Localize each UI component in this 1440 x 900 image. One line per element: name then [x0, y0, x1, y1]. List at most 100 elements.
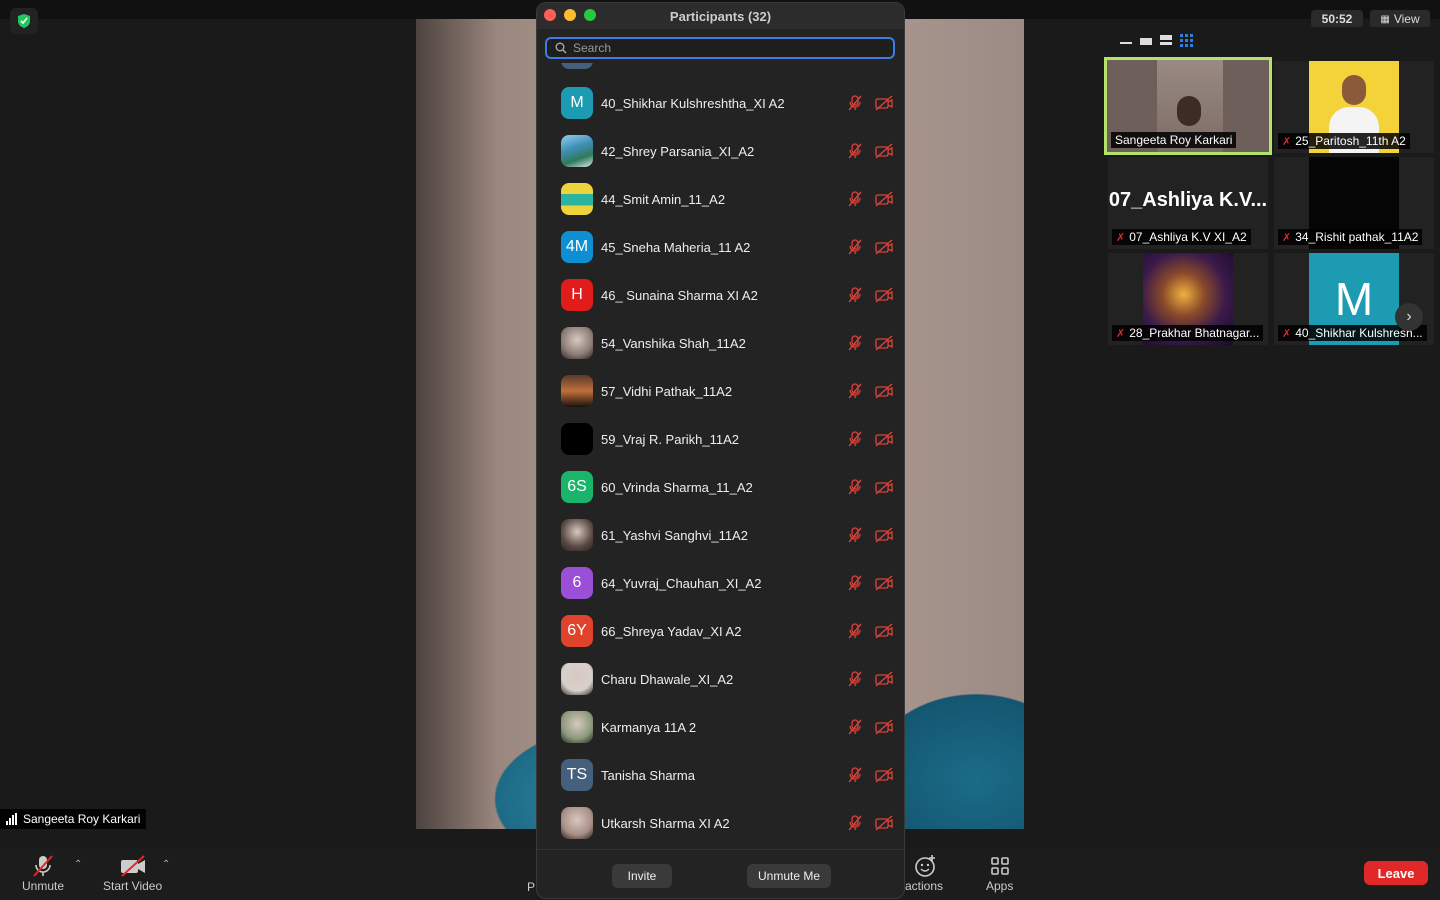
- participant-row[interactable]: 61_Yashvi Sanghvi_11A2: [561, 518, 901, 552]
- participant-avatar: [561, 375, 593, 407]
- muted-mic-icon: ✗: [1116, 231, 1126, 244]
- muted-mic-icon: [848, 719, 862, 735]
- minimize-window-icon[interactable]: [564, 9, 576, 21]
- speaker-layout-icon[interactable]: [1160, 35, 1172, 45]
- participant-status-icons: [846, 766, 894, 784]
- participant-name: 40_Shikhar Kulshreshtha_XI A2: [601, 95, 785, 111]
- maximize-window-icon[interactable]: [584, 9, 596, 21]
- participant-name: 66_Shreya Yadav_XI A2: [601, 623, 742, 639]
- participant-row[interactable]: Karmanya 11A 2: [561, 710, 901, 744]
- participant-row[interactable]: 57_Vidhi Pathak_11A2: [561, 374, 901, 408]
- security-shield-icon[interactable]: [10, 8, 38, 34]
- video-off-icon: [875, 431, 893, 447]
- participant-row[interactable]: 4M 45_Sneha Maheria_11 A2: [561, 230, 901, 264]
- participant-status-icons: [846, 526, 894, 544]
- tile-label: ✗ 25_Paritosh_11th A2: [1278, 133, 1410, 149]
- participant-avatar: [561, 663, 593, 695]
- participant-name: Charu Dhawale_XI_A2: [601, 671, 734, 687]
- participant-row[interactable]: 6S 60_Vrinda Sharma_11_A2: [561, 470, 901, 504]
- participant-status-icons: [846, 286, 894, 304]
- video-off-icon: [875, 95, 893, 111]
- participant-row[interactable]: 6 64_Yuvraj_Chauhan_XI_A2: [561, 566, 901, 600]
- panel-title: Participants (32): [669, 8, 772, 24]
- grid-icon: ▦: [1380, 13, 1390, 25]
- video-tile-ashliya[interactable]: 07_Ashliya K.V... ✗ 07_Ashliya K.V XI_A2: [1108, 157, 1268, 249]
- avatar-initial: TS: [566, 766, 588, 783]
- participant-row[interactable]: 44_Smit Amin_11_A2: [561, 182, 901, 216]
- muted-mic-icon: [848, 575, 862, 591]
- participant-name: 42_Shrey Parsania_XI_A2: [601, 143, 755, 159]
- minimize-layout-icon[interactable]: [1120, 42, 1132, 44]
- muted-mic-icon: [848, 671, 862, 687]
- video-tile-shikhar[interactable]: M ✗ 40_Shikhar Kulshresh...: [1274, 253, 1434, 345]
- participant-row[interactable]: TS Tanisha Sharma: [561, 758, 901, 792]
- gallery-layout-icon[interactable]: [1180, 33, 1193, 47]
- participant-row[interactable]: 59_Vraj R. Parikh_11A2: [561, 422, 901, 456]
- video-tile-rishit[interactable]: ✗ 34_Rishit pathak_11A2: [1274, 157, 1434, 249]
- video-off-icon: [875, 191, 893, 207]
- close-window-icon[interactable]: [544, 9, 556, 21]
- participant-row[interactable]: M 40_Shikhar Kulshreshtha_XI A2: [561, 86, 901, 120]
- video-off-icon: [875, 575, 893, 591]
- participant-status-icons: [846, 718, 894, 736]
- video-off-icon: [875, 815, 893, 831]
- video-off-icon: [875, 623, 893, 639]
- muted-mic-icon: [848, 335, 862, 351]
- reactions-icon: [911, 853, 937, 879]
- tile-name: 28_Prakhar Bhatnagar...: [1129, 326, 1260, 340]
- video-off-icon: [875, 479, 893, 495]
- apps-label: Apps: [986, 879, 1014, 893]
- muted-mic-icon: ✗: [1282, 327, 1292, 340]
- muted-mic-icon: [848, 815, 862, 831]
- tile-name: 07_Ashliya K.V XI_A2: [1129, 230, 1247, 244]
- video-off-icon: [875, 671, 893, 687]
- participant-search-input[interactable]: Search: [545, 37, 895, 59]
- participant-avatar: [561, 327, 593, 359]
- strip-layout-icon[interactable]: [1140, 38, 1152, 45]
- video-options-caret-icon[interactable]: ⌃: [162, 859, 170, 870]
- participant-name: 59_Vraj R. Parikh_11A2: [601, 431, 740, 447]
- unmute-button[interactable]: Unmute: [22, 853, 64, 893]
- start-video-button[interactable]: Start Video: [103, 853, 162, 893]
- participant-row[interactable]: 6Y 66_Shreya Yadav_XI A2: [561, 614, 901, 648]
- participant-row[interactable]: Utkarsh Sharma XI A2: [561, 806, 901, 840]
- muted-mic-icon: ✗: [1282, 231, 1292, 244]
- participant-avatar: [561, 135, 593, 167]
- tile-label: Sangeeta Roy Karkari: [1111, 132, 1237, 148]
- search-icon: [555, 42, 567, 54]
- window-controls: [544, 9, 596, 21]
- participant-name: 54_Vanshika Shah_11A2: [601, 335, 746, 351]
- panel-header: Participants (32): [537, 3, 904, 29]
- video-tile-sangeeta[interactable]: Sangeeta Roy Karkari: [1104, 57, 1272, 155]
- muted-mic-icon: [848, 287, 862, 303]
- leave-button[interactable]: Leave: [1364, 861, 1428, 885]
- participant-avatar: [561, 807, 593, 839]
- reactions-button[interactable]: actions: [905, 853, 943, 893]
- gallery-next-arrow-icon[interactable]: ›: [1395, 303, 1423, 331]
- participant-status-icons: [846, 238, 894, 256]
- invite-button[interactable]: Invite: [612, 864, 672, 888]
- view-button[interactable]: ▦ View: [1370, 10, 1430, 28]
- participant-avatar: TS: [561, 759, 593, 791]
- audio-options-caret-icon[interactable]: ⌃: [74, 859, 82, 870]
- participant-row[interactable]: H 46_ Sunaina Sharma XI A2: [561, 278, 901, 312]
- participant-list[interactable]: M 40_Shikhar Kulshreshtha_XI A2 42_Shrey P…: [537, 63, 904, 841]
- unmute-me-button[interactable]: Unmute Me: [747, 864, 831, 888]
- participant-status-icons: [846, 430, 894, 448]
- participant-status-icons: [846, 622, 894, 640]
- apps-button[interactable]: Apps: [986, 853, 1013, 893]
- video-tile-prakhar[interactable]: ✗ 28_Prakhar Bhatnagar...: [1108, 253, 1268, 345]
- tile-name: 34_Rishit pathak_11A2: [1295, 230, 1419, 244]
- participant-row[interactable]: Charu Dhawale_XI_A2: [561, 662, 901, 696]
- search-placeholder: Search: [573, 41, 612, 55]
- layout-switcher: [1120, 33, 1193, 47]
- participant-row[interactable]: 54_Vanshika Shah_11A2: [561, 326, 901, 360]
- muted-mic-icon: [848, 527, 862, 543]
- video-tile-paritosh[interactable]: ✗ 25_Paritosh_11th A2: [1274, 61, 1434, 153]
- avatar-initial: 4M: [565, 238, 589, 255]
- video-off-icon: [875, 239, 893, 255]
- participant-status-icons: [846, 478, 894, 496]
- participant-row[interactable]: 42_Shrey Parsania_XI_A2: [561, 134, 901, 168]
- speaker-name-tag: Sangeeta Roy Karkari: [0, 809, 147, 829]
- muted-mic-icon: [848, 767, 862, 783]
